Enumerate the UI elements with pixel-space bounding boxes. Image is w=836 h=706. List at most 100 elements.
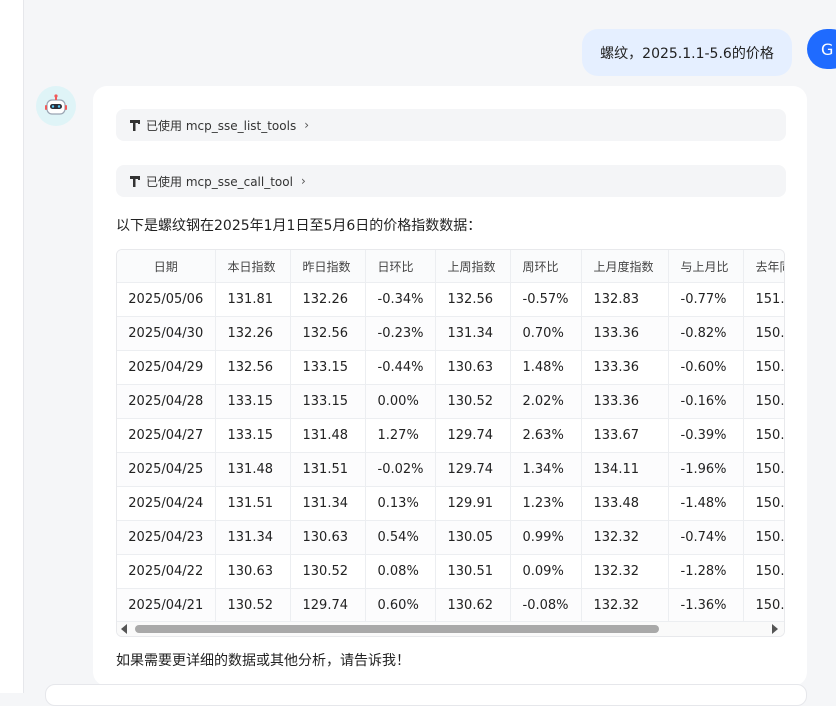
user-avatar[interactable]: G: [807, 29, 836, 69]
table-cell: 133.15: [290, 384, 366, 419]
table-cell: 132.32: [581, 588, 669, 623]
table-cell: 130.52: [215, 588, 291, 623]
scroll-right-arrow-icon[interactable]: [772, 624, 778, 634]
table-row: 2025/04/27 133.15 131.48 1.27% 129.74 2.63% 13…: [117, 418, 784, 453]
price-index-table-container[interactable]: 日期 本日指数 昨日指数 日环比 上周指数 周环比 上月度指数 与上月比 去年同…: [116, 249, 785, 637]
table-header-row: 日期 本日指数 昨日指数 日环比 上周指数 周环比 上月度指数 与上月比 去年同: [117, 250, 784, 283]
table-cell: 129.74: [290, 588, 366, 623]
table-cell: 2025/04/29: [117, 350, 216, 385]
table-cell: -0.23%: [365, 316, 436, 351]
table-cell: 2025/04/21: [117, 588, 216, 623]
table-cell: 131.34: [215, 520, 291, 555]
table-cell: -0.60%: [668, 350, 744, 385]
user-message-text: 螺纹，2025.1.1-5.6的价格: [600, 45, 774, 62]
table-cell: 132.56: [290, 316, 366, 351]
table-cell: 133.48: [581, 486, 669, 521]
table-cell: 132.83: [581, 282, 669, 317]
table-row: 2025/04/22 130.63 130.52 0.08% 130.51 0.09% 13…: [117, 554, 784, 589]
table-cell: 133.36: [581, 350, 669, 385]
table-cell: 132.32: [581, 554, 669, 589]
table-row: 2025/04/30 132.26 132.56 -0.23% 131.34 0.70% 1…: [117, 316, 784, 351]
intro-text: 以下是螺纹钢在2025年1月1日至5月6日的价格指数数据：: [116, 218, 482, 234]
user-message-bubble: 螺纹，2025.1.1-5.6的价格: [582, 29, 792, 76]
table-row: 2025/04/29 132.56 133.15 -0.44% 130.63 1.48% 1…: [117, 350, 784, 385]
scroll-left-arrow-icon[interactable]: [121, 624, 127, 634]
table-cell: 1.23%: [510, 486, 582, 521]
table-cell: 130.52: [435, 384, 511, 419]
table-cell: 150.: [743, 486, 784, 521]
table-cell: 2025/04/30: [117, 316, 216, 351]
table-cell: 151.: [743, 282, 784, 317]
table-cell: -0.34%: [365, 282, 436, 317]
tool-call-label: 已使用 mcp_sse_call_tool: [146, 174, 293, 189]
table-cell: 1.48%: [510, 350, 582, 385]
table-cell: 131.48: [215, 452, 291, 487]
table-body: 2025/05/06 131.81 132.26 -0.34% 132.56 -0.57%…: [117, 282, 784, 623]
table-cell: 0.09%: [510, 554, 582, 589]
table-cell: 130.63: [435, 350, 511, 385]
table-cell: 134.11: [581, 452, 669, 487]
table-cell: 150.: [743, 520, 784, 555]
table-cell: 132.56: [215, 350, 291, 385]
table-cell: -0.02%: [365, 452, 436, 487]
table-cell: 0.00%: [365, 384, 436, 419]
table-cell: 132.26: [290, 282, 366, 317]
table-cell: 133.15: [215, 418, 291, 453]
table-cell: 133.67: [581, 418, 669, 453]
table-cell: 131.34: [290, 486, 366, 521]
column-header: 日期: [117, 250, 216, 283]
table-cell: -0.08%: [510, 588, 582, 623]
user-avatar-letter: G: [821, 39, 834, 59]
table-cell: -0.57%: [510, 282, 582, 317]
table-cell: 1.27%: [365, 418, 436, 453]
column-header: 日环比: [365, 250, 436, 283]
hammer-icon: [130, 176, 140, 187]
table-cell: 132.32: [581, 520, 669, 555]
table-cell: 133.36: [581, 316, 669, 351]
table-cell: 150.: [743, 588, 784, 623]
table-cell: -0.39%: [668, 418, 744, 453]
bot-avatar: [36, 86, 76, 126]
table-cell: 2025/04/22: [117, 554, 216, 589]
chat-input-box[interactable]: [45, 684, 807, 706]
table-cell: 150.: [743, 554, 784, 589]
table-cell: -0.74%: [668, 520, 744, 555]
table-cell: 2025/05/06: [117, 282, 216, 317]
tool-call-list-tools[interactable]: 已使用 mcp_sse_list_tools ›: [116, 109, 786, 141]
table-cell: 0.54%: [365, 520, 436, 555]
table-cell: 130.05: [435, 520, 511, 555]
table-cell: 131.51: [215, 486, 291, 521]
table-cell: 131.81: [215, 282, 291, 317]
table-cell: 133.15: [290, 350, 366, 385]
tool-call-call-tool[interactable]: 已使用 mcp_sse_call_tool ›: [116, 165, 786, 197]
column-header: 与上月比: [668, 250, 744, 283]
left-rail: [0, 0, 24, 693]
horizontal-scrollbar[interactable]: [117, 621, 784, 636]
scrollbar-thumb[interactable]: [135, 625, 659, 633]
table-cell: 0.60%: [365, 588, 436, 623]
table-cell: 131.34: [435, 316, 511, 351]
table-cell: 150.: [743, 384, 784, 419]
table-cell: -1.48%: [668, 486, 744, 521]
table-cell: -0.77%: [668, 282, 744, 317]
table-cell: 131.51: [290, 452, 366, 487]
table-cell: 129.74: [435, 418, 511, 453]
table-cell: 131.48: [290, 418, 366, 453]
price-index-table: 日期 本日指数 昨日指数 日环比 上周指数 周环比 上月度指数 与上月比 去年同…: [117, 250, 784, 623]
table-cell: 2025/04/23: [117, 520, 216, 555]
table-cell: 2025/04/24: [117, 486, 216, 521]
table-cell: 129.91: [435, 486, 511, 521]
column-header: 上月度指数: [581, 250, 669, 283]
table-cell: 130.62: [435, 588, 511, 623]
table-cell: -1.96%: [668, 452, 744, 487]
table-row: 2025/04/24 131.51 131.34 0.13% 129.91 1.23% 13…: [117, 486, 784, 521]
column-header: 周环比: [510, 250, 582, 283]
table-cell: 130.63: [290, 520, 366, 555]
table-cell: 130.51: [435, 554, 511, 589]
table-cell: 0.13%: [365, 486, 436, 521]
table-row: 2025/04/28 133.15 133.15 0.00% 130.52 2.02% 13…: [117, 384, 784, 419]
table-cell: 150.: [743, 418, 784, 453]
table-cell: 150.: [743, 452, 784, 487]
hammer-icon: [130, 120, 140, 131]
table-cell: 2025/04/25: [117, 452, 216, 487]
